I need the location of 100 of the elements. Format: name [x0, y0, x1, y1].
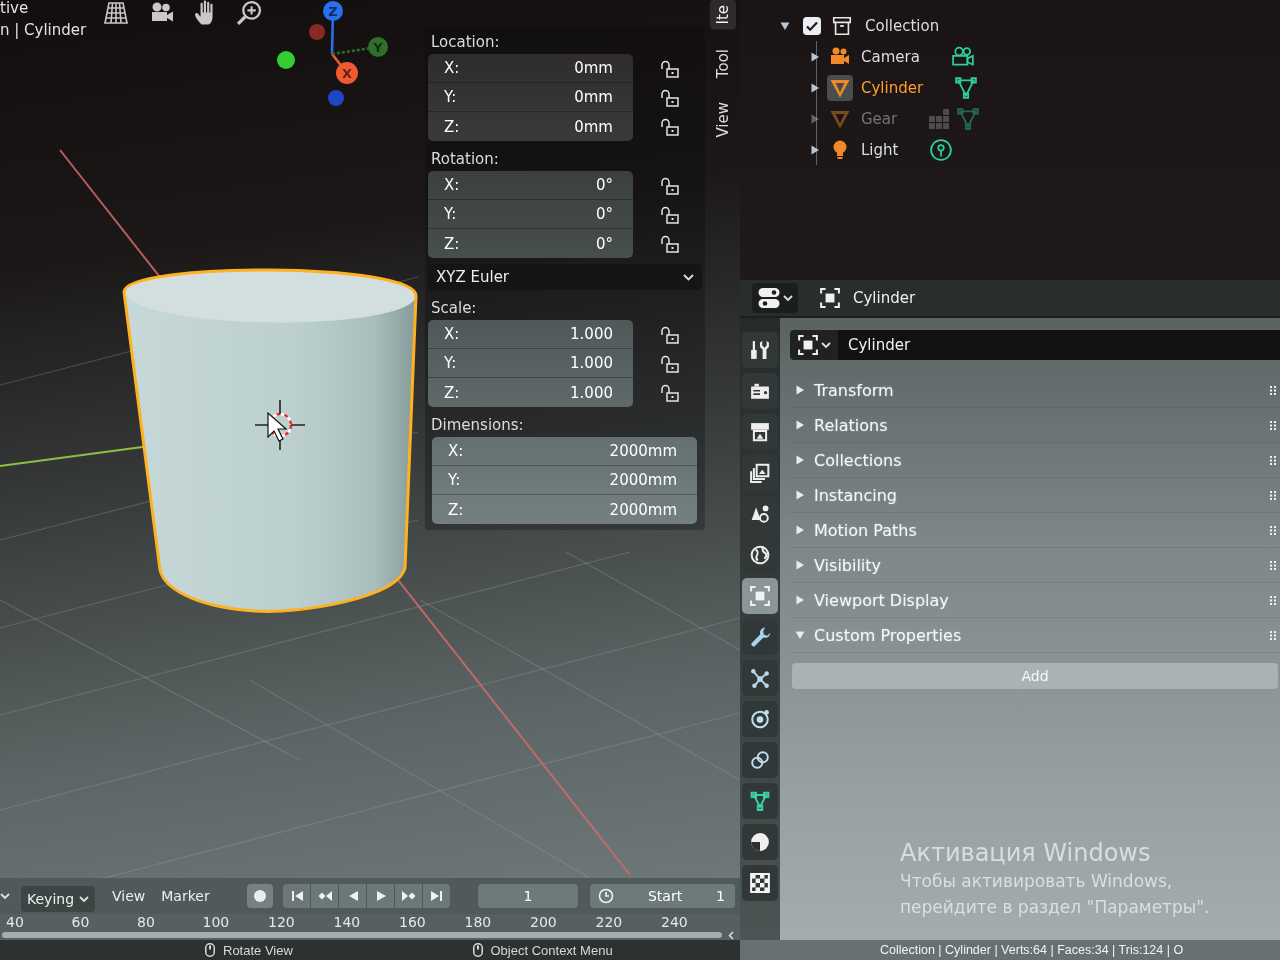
- menu-button[interactable]: Marker: [159, 884, 212, 908]
- properties-tab[interactable]: [742, 619, 778, 655]
- padlock-icon[interactable]: [661, 234, 679, 253]
- panel-header[interactable]: Custom Properties: [790, 618, 1280, 653]
- properties-tab[interactable]: [742, 865, 778, 901]
- chevron-left-icon[interactable]: [728, 930, 734, 940]
- panel-header[interactable]: Transform: [790, 373, 1280, 408]
- mesh-triangle-icon[interactable]: [955, 76, 978, 99]
- disclosure-triangle-icon[interactable]: [810, 82, 820, 93]
- outliner-item-label[interactable]: Cylinder: [861, 78, 924, 97]
- menu-button[interactable]: View: [110, 884, 148, 908]
- sidebar-tab[interactable]: Ite: [709, 0, 736, 30]
- box-icon: [831, 14, 853, 37]
- number-field[interactable]: X: 0mm: [428, 54, 633, 83]
- drag-handle-icon[interactable]: [1270, 525, 1277, 535]
- frame-number: 40: [6, 914, 25, 930]
- gizmo-negative-axis-handle[interactable]: [309, 24, 325, 40]
- movie-camera-outline-icon[interactable]: [951, 45, 974, 68]
- jump-to-end-button[interactable]: [423, 884, 450, 908]
- image-stack-icon: [750, 463, 770, 483]
- wrench-icon: [750, 627, 770, 647]
- properties-tab[interactable]: [742, 373, 778, 409]
- outliner-item-label[interactable]: Camera: [861, 47, 920, 66]
- number-field[interactable]: Z: 0°: [428, 229, 633, 258]
- drag-handle-icon[interactable]: [1270, 630, 1277, 640]
- properties-tab[interactable]: [742, 701, 778, 737]
- drag-handle-icon[interactable]: [1270, 455, 1277, 465]
- padlock-icon[interactable]: [661, 176, 679, 195]
- properties-tab[interactable]: [742, 783, 778, 819]
- timeline-scrollbar[interactable]: [2, 932, 722, 938]
- gizmo-negative-axis-handle[interactable]: [328, 90, 344, 106]
- grid-view-icon[interactable]: [102, 0, 130, 26]
- padlock-icon[interactable]: [661, 88, 679, 107]
- frame-number: 240: [661, 914, 689, 930]
- panel-header[interactable]: Instancing: [790, 478, 1280, 513]
- play-button[interactable]: [367, 884, 394, 908]
- padlock-icon[interactable]: [661, 205, 679, 224]
- drag-handle-icon[interactable]: [1270, 385, 1277, 395]
- disclosure-triangle-icon[interactable]: [810, 51, 820, 62]
- padlock-icon[interactable]: [661, 383, 679, 402]
- frame-number: 200: [530, 914, 558, 930]
- number-field[interactable]: X: 0°: [428, 171, 633, 200]
- section-label: Dimensions:: [430, 415, 524, 436]
- zoom-icon[interactable]: [236, 0, 262, 26]
- mouse-icon: [472, 943, 483, 957]
- checkbox[interactable]: [803, 16, 821, 35]
- number-field[interactable]: Y: 1.000: [428, 349, 633, 378]
- record-button[interactable]: [247, 884, 273, 908]
- number-field[interactable]: Z: 0mm: [428, 112, 633, 141]
- sidebar-tab[interactable]: View: [709, 96, 736, 143]
- outliner-item-label[interactable]: Collection: [865, 16, 940, 35]
- properties-tab[interactable]: [742, 742, 778, 778]
- gizmo-negative-axis-handle[interactable]: [277, 51, 295, 69]
- outliner-item-label[interactable]: Gear: [861, 109, 898, 128]
- jump-end-icon: [428, 888, 445, 904]
- drag-handle-icon[interactable]: [1270, 560, 1277, 570]
- padlock-icon[interactable]: [661, 117, 679, 136]
- padlock-icon[interactable]: [661, 59, 679, 78]
- outliner-item-label[interactable]: Light: [861, 140, 899, 159]
- properties-tab[interactable]: [742, 824, 778, 860]
- light-outline-icon[interactable]: [930, 138, 953, 161]
- properties-tab[interactable]: [742, 332, 778, 368]
- object-type-dropdown[interactable]: [790, 330, 838, 360]
- properties-tab[interactable]: [742, 660, 778, 696]
- current-frame-field[interactable]: 1: [478, 884, 578, 908]
- properties-tab[interactable]: [742, 414, 778, 450]
- panel-header[interactable]: Viewport Display: [790, 583, 1280, 618]
- next-keyframe-button[interactable]: [395, 884, 422, 908]
- panel-header[interactable]: Relations: [790, 408, 1280, 443]
- drag-handle-icon[interactable]: [1270, 490, 1277, 500]
- frame-number: 120: [268, 914, 296, 930]
- editor-type-button[interactable]: [752, 283, 798, 313]
- number-field[interactable]: Y: 2000mm: [432, 466, 697, 495]
- number-field[interactable]: Z: 1.000: [428, 378, 633, 407]
- number-field[interactable]: Z: 2000mm: [432, 495, 697, 524]
- sidebar-tab[interactable]: Tool: [709, 43, 736, 83]
- disclosure-triangle-icon[interactable]: [810, 144, 820, 155]
- number-field[interactable]: Y: 0°: [428, 200, 633, 229]
- drag-handle-icon[interactable]: [1270, 420, 1277, 430]
- number-field[interactable]: X: 1.000: [428, 320, 633, 349]
- rotation-mode-dropdown[interactable]: XYZ Euler: [428, 264, 702, 290]
- panel-header[interactable]: Motion Paths: [790, 513, 1280, 548]
- padlock-icon[interactable]: [661, 325, 679, 344]
- object-name-field[interactable]: Cylinder: [838, 330, 1280, 360]
- previous-keyframe-button[interactable]: [311, 884, 338, 908]
- panel-header[interactable]: Collections: [790, 443, 1280, 478]
- start-frame-field[interactable]: Start 1: [590, 884, 735, 908]
- play-reverse-button[interactable]: [339, 884, 366, 908]
- jump-to-start-button[interactable]: [283, 884, 310, 908]
- disclosure-triangle-icon[interactable]: [780, 20, 790, 31]
- dropdown-button[interactable]: Keying: [21, 886, 96, 912]
- object-square-icon: [750, 586, 770, 606]
- number-field[interactable]: Y: 0mm: [428, 83, 633, 112]
- checker-icon: [750, 873, 770, 893]
- globe-icon: [750, 545, 770, 565]
- padlock-icon[interactable]: [661, 354, 679, 373]
- panel-header[interactable]: Visibility: [790, 548, 1280, 583]
- number-field[interactable]: X: 2000mm: [432, 437, 697, 466]
- chevron-down-icon[interactable]: [0, 892, 10, 900]
- drag-handle-icon[interactable]: [1270, 595, 1277, 605]
